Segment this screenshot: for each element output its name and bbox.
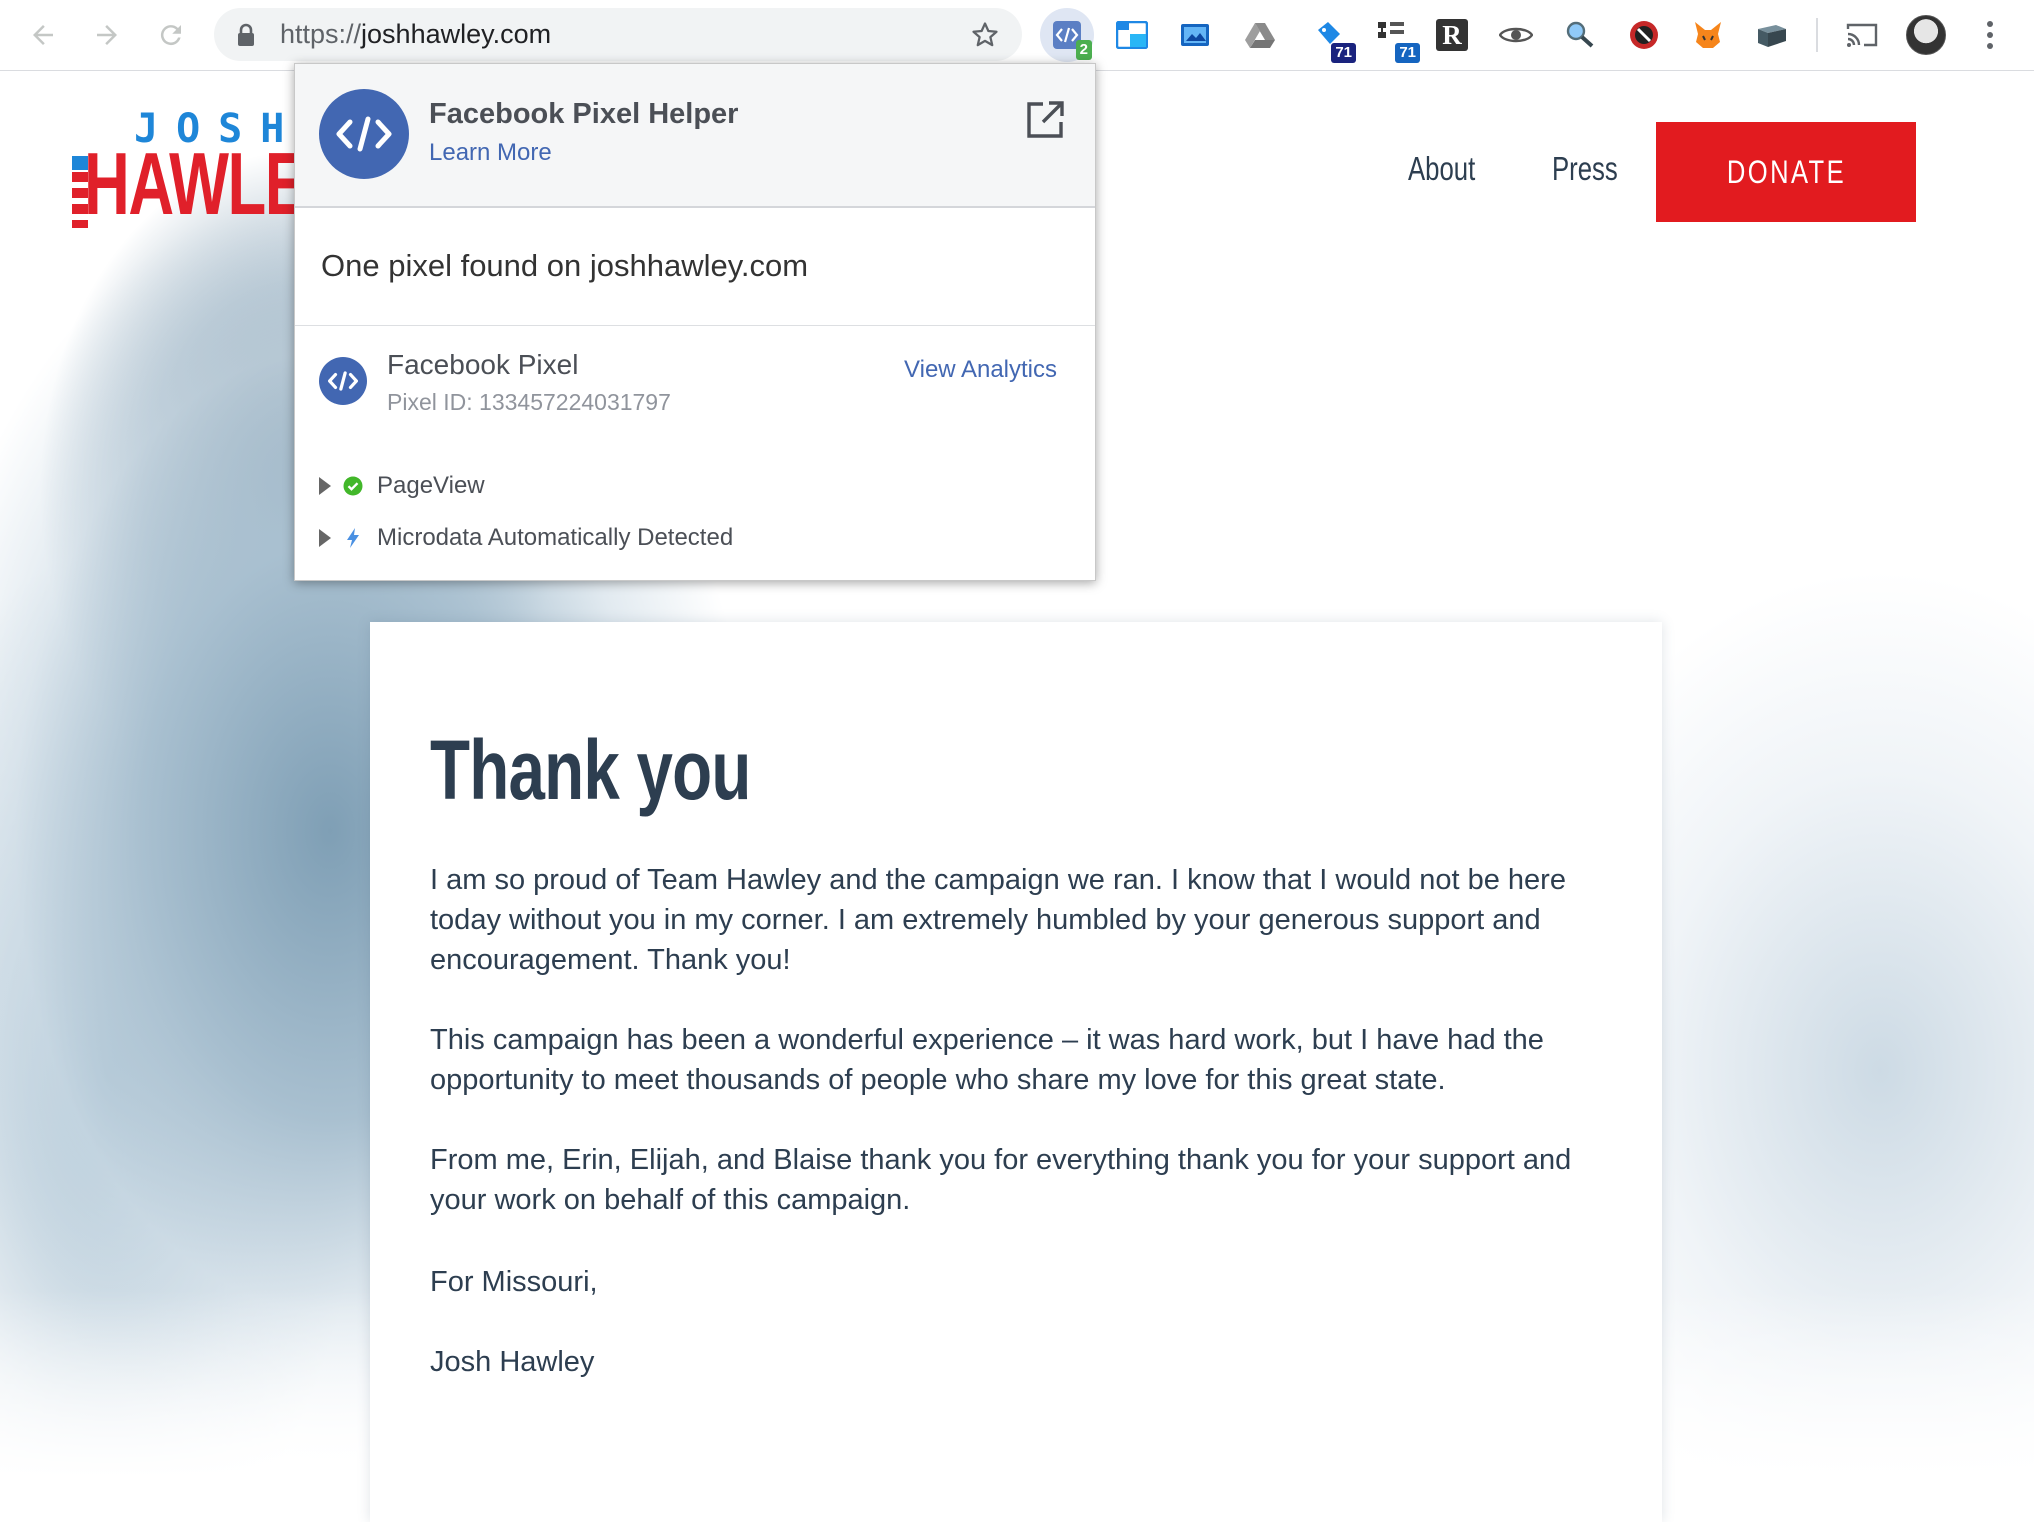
profile-button[interactable] <box>1904 13 1948 57</box>
event-row-pageview[interactable]: PageView <box>319 466 485 506</box>
extension-badge: 71 <box>1331 43 1356 63</box>
cast-icon <box>1846 23 1878 47</box>
folder-icon <box>1758 25 1786 47</box>
chrome-menu-button[interactable] <box>1968 13 2012 57</box>
window-tab-extension[interactable] <box>1110 13 1154 57</box>
open-external-icon[interactable] <box>1025 100 1065 140</box>
lightning-bolt-icon <box>343 528 363 548</box>
reload-button[interactable] <box>148 12 194 58</box>
readability-extension[interactable]: R <box>1430 13 1474 57</box>
fox-icon <box>1695 22 1721 48</box>
network-tree-extension[interactable]: 71 <box>1370 13 1420 63</box>
tag-assistant-extension[interactable]: 71 <box>1308 13 1356 63</box>
reload-icon <box>160 25 181 46</box>
kebab-menu-icon <box>1987 21 1993 49</box>
facebook-pixel-helper-extension[interactable]: 2 <box>1040 8 1094 62</box>
magnifier-person-icon <box>1566 21 1594 48</box>
learn-more-link[interactable]: Learn More <box>429 139 552 167</box>
letter-paragraph: From me, Erin, Elijah, and Blaise thank … <box>430 1144 1572 1216</box>
pixel-id: Pixel ID: 133457224031797 <box>387 389 671 415</box>
blocker-icon <box>1630 21 1658 49</box>
popup-title: Facebook Pixel Helper <box>429 98 739 130</box>
pixel-helper-popup: Facebook Pixel Helper Learn More One pix… <box>294 63 1096 581</box>
letter-paragraph: I am so proud of Team Hawley and the cam… <box>430 864 1566 976</box>
pixel-helper-logo <box>319 89 409 179</box>
card-title: Thank you <box>430 723 751 817</box>
eye-extension[interactable] <box>1494 13 1538 57</box>
forward-arrow-icon <box>97 25 117 45</box>
back-button[interactable] <box>20 12 66 58</box>
screenshot-extension[interactable] <box>1174 13 1218 57</box>
expand-triangle-icon <box>319 477 331 495</box>
pixel-summary: One pixel found on joshhawley.com <box>321 248 809 283</box>
success-check-icon <box>343 476 363 496</box>
cast-button[interactable] <box>1840 13 1884 57</box>
address-bar[interactable]: https://joshhawley.com <box>214 8 1022 61</box>
view-analytics-link[interactable]: View Analytics <box>904 356 1057 384</box>
readability-r-icon: R <box>1436 19 1468 51</box>
back-arrow-icon <box>33 25 53 45</box>
nav-press-link[interactable]: Press <box>1552 150 1618 188</box>
letter-signature: Josh Hawley <box>430 1346 595 1378</box>
donate-button[interactable]: DONATE <box>1656 122 1916 222</box>
code-brackets-icon <box>336 116 392 152</box>
extension-badge: 2 <box>1075 40 1092 60</box>
letter-paragraph: This campaign has been a wonderful exper… <box>430 1024 1544 1096</box>
url-text: https://joshhawley.com <box>280 19 552 49</box>
event-label: PageView <box>377 472 485 499</box>
donate-label: DONATE <box>1726 153 1846 190</box>
window-tab-icon <box>1116 21 1148 49</box>
profile-avatar <box>1906 15 1946 55</box>
thank-you-card: Thank you I am so proud of Team Hawley a… <box>370 622 1662 1522</box>
folder-extension[interactable] <box>1750 13 1794 57</box>
popup-header: Facebook Pixel Helper Learn More <box>295 64 1095 208</box>
site-logo[interactable]: JOSH HAWLEY <box>72 106 348 236</box>
code-brackets-icon <box>328 371 358 391</box>
eye-icon <box>1499 27 1533 43</box>
blocker-extension[interactable] <box>1622 13 1666 57</box>
screenshot-icon <box>1181 24 1209 46</box>
toolbar-divider <box>1816 18 1818 52</box>
lock-icon <box>238 23 254 46</box>
pixel-logo <box>319 357 367 405</box>
pixel-name: Facebook Pixel <box>387 349 579 380</box>
magnifier-extension[interactable] <box>1558 13 1602 57</box>
letter-closing: For Missouri, <box>430 1266 598 1298</box>
expand-triangle-icon <box>319 529 331 547</box>
metamask-extension[interactable] <box>1686 13 1730 57</box>
event-label: Microdata Automatically Detected <box>377 524 734 551</box>
bookmark-star-icon[interactable] <box>970 20 1000 50</box>
event-row-microdata[interactable]: Microdata Automatically Detected <box>319 518 733 558</box>
nav-about-link[interactable]: About <box>1408 150 1475 188</box>
popup-divider <box>295 325 1095 326</box>
google-drive-extension[interactable] <box>1238 13 1282 57</box>
forward-button[interactable] <box>84 12 130 58</box>
browser-toolbar: https://joshhawley.com 2 71 71 R <box>0 0 2034 71</box>
extension-badge: 71 <box>1395 43 1420 63</box>
google-drive-icon <box>1245 23 1275 48</box>
